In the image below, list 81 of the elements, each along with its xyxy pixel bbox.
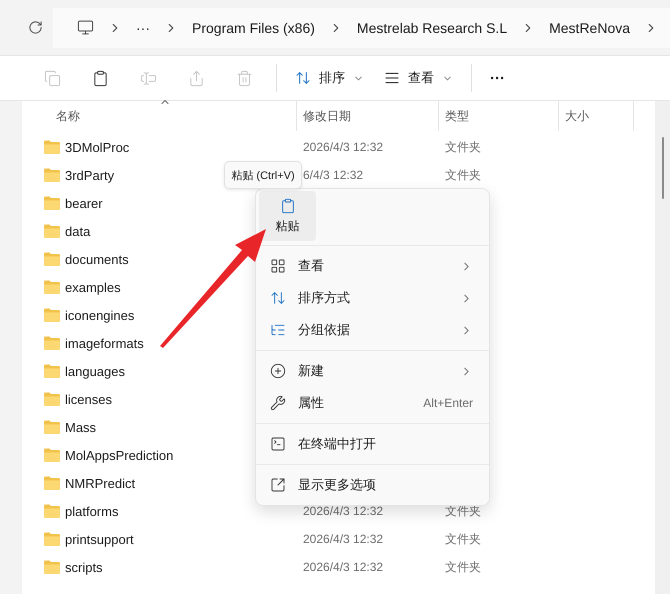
computer-icon — [77, 19, 94, 36]
file-name[interactable]: imageformats — [65, 336, 144, 350]
sort-icon — [295, 70, 311, 86]
type-cell-text: 文件夹 — [444, 502, 482, 520]
sort-button[interactable]: 排序 — [285, 60, 374, 96]
folder-icon — [44, 476, 60, 490]
clipboard-icon — [280, 198, 296, 214]
folder-icon — [44, 420, 60, 434]
folder-icon — [44, 252, 60, 266]
column-header[interactable]: 名称 — [56, 108, 80, 124]
list-icon — [270, 322, 286, 338]
paste-button[interactable]: 粘贴 — [259, 191, 316, 241]
folder-icon — [44, 168, 60, 182]
file-name[interactable]: data — [65, 224, 90, 238]
date-cell-text: 2026/4/3 12:32 — [302, 504, 384, 518]
file-name[interactable]: MolAppsPrediction — [65, 448, 174, 462]
menu-item[interactable]: 查看 — [260, 250, 485, 282]
clipboard-icon — [92, 70, 108, 86]
file-name[interactable]: documents — [65, 252, 129, 266]
file-name[interactable]: 3rdParty — [65, 168, 114, 182]
folder-icon — [44, 224, 60, 238]
file-name[interactable]: examples — [65, 280, 121, 294]
wrench-icon — [270, 395, 286, 411]
plus-icon — [270, 363, 286, 379]
file-name[interactable]: NMRPredict — [65, 476, 136, 490]
external-icon — [270, 477, 286, 493]
menu-item[interactable]: 排序方式 — [260, 282, 485, 314]
breadcrumb[interactable]: ··· — [136, 20, 150, 36]
share-icon — [188, 70, 204, 86]
file-name[interactable]: languages — [65, 364, 125, 378]
sort-icon — [270, 290, 286, 306]
column-header[interactable]: 修改日期 — [303, 108, 351, 124]
file-name[interactable]: scripts — [65, 560, 103, 574]
address-bar[interactable]: ··· Program Files (x86) Mestrelab Research S.L MestReNova — [53, 8, 670, 48]
menu-item[interactable]: 显示更多选项 — [260, 469, 485, 501]
folder-icon — [44, 336, 60, 350]
lines-icon — [384, 70, 400, 86]
column-header[interactable]: 大小 — [565, 108, 589, 124]
menu-item[interactable]: 在终端中打开 — [260, 428, 485, 460]
folder-icon — [44, 448, 60, 462]
file-name[interactable]: 3DMolProc — [65, 140, 130, 154]
folder-icon — [44, 364, 60, 378]
breadcrumb[interactable]: Program Files (x86) — [192, 20, 315, 36]
date-cell-text: 2026/4/3 12:32 — [302, 140, 384, 154]
folder-icon — [44, 532, 60, 546]
folder-icon — [44, 308, 60, 322]
more-button[interactable]: ··· — [480, 60, 515, 96]
date-cell-text: 2026/4/3 12:32 — [302, 532, 384, 546]
file-name[interactable]: iconengines — [65, 308, 134, 322]
view-button[interactable]: 查看 — [374, 60, 463, 96]
date-cell-text: 6/4/3 12:32 — [302, 168, 364, 182]
file-name[interactable]: Mass — [65, 420, 96, 434]
type-cell-text: 文件夹 — [444, 138, 482, 156]
rename-icon — [140, 70, 156, 86]
copy-icon — [44, 70, 60, 86]
folder-icon — [44, 392, 60, 406]
folder-icon — [44, 140, 60, 154]
breadcrumb[interactable]: Mestrelab Research S.L — [356, 20, 508, 36]
menu-item[interactable]: 新建 — [260, 355, 485, 387]
file-name[interactable]: licenses — [65, 392, 112, 406]
folder-icon — [44, 504, 60, 518]
column-header[interactable]: 类型 — [445, 108, 469, 124]
menu-item[interactable]: 属性 Alt+Enter — [260, 387, 485, 419]
menu-item[interactable]: 分组依据 — [260, 314, 485, 346]
grid-icon — [270, 258, 286, 274]
trash-icon — [236, 70, 252, 86]
folder-icon — [44, 196, 60, 210]
type-cell-text: 文件夹 — [444, 530, 482, 548]
date-cell-text: 2026/4/3 12:32 — [302, 560, 384, 574]
terminal-icon — [270, 436, 286, 452]
file-name[interactable]: printsupport — [65, 532, 134, 546]
file-name[interactable]: bearer — [65, 196, 103, 210]
type-cell-text: 文件夹 — [444, 558, 482, 576]
scrollbar-thumb[interactable] — [662, 137, 664, 199]
type-cell-text: 文件夹 — [444, 166, 482, 184]
folder-icon — [44, 280, 60, 294]
tooltip: 粘贴 (Ctrl+V) — [224, 161, 302, 189]
breadcrumb[interactable]: MestReNova — [549, 20, 630, 36]
folder-icon — [44, 560, 60, 574]
file-name[interactable]: platforms — [65, 504, 118, 518]
refresh-icon[interactable] — [28, 20, 43, 35]
